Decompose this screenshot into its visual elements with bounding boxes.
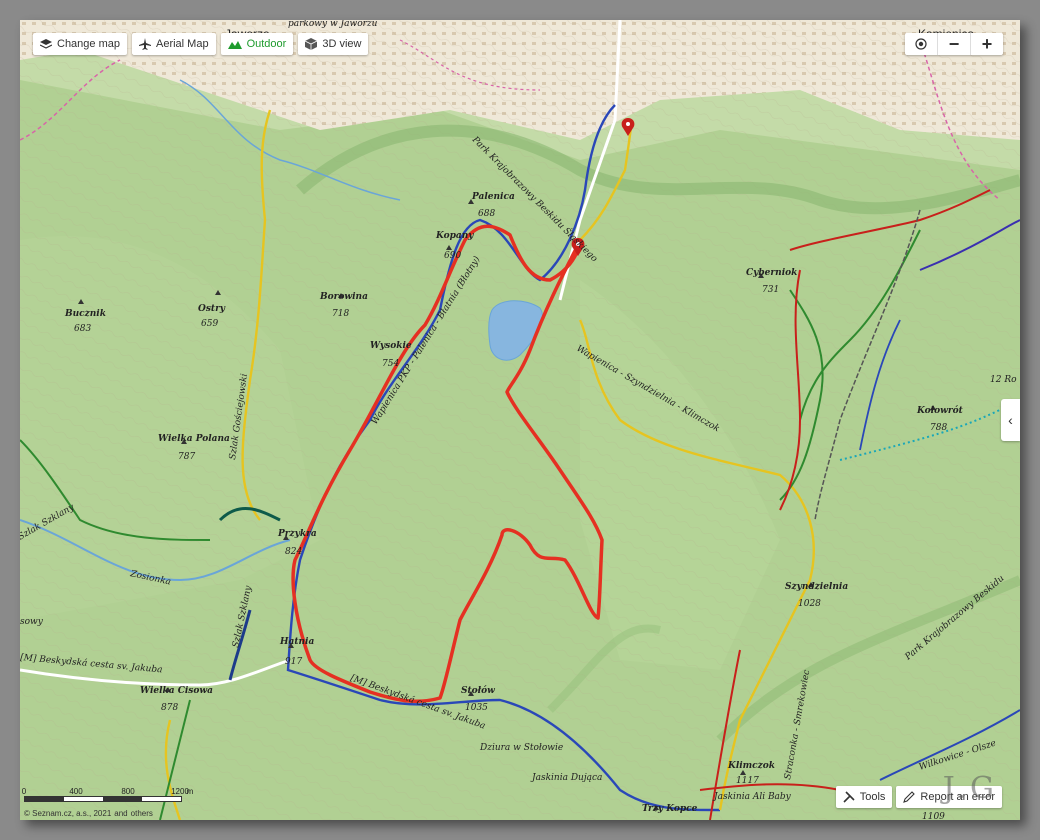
label-trzy-kopce-h: 1109	[922, 812, 945, 820]
label-klimczok-h: 1117	[736, 776, 759, 786]
label-szyndzielnia: Szyndzielnia	[785, 582, 848, 592]
scale-unit: m	[186, 787, 194, 796]
label-cyberniok: Cyberniok	[746, 268, 797, 278]
label-wielka-polana-h: 787	[178, 452, 195, 462]
scale-bar: 0 400 800 1200 m	[21, 787, 194, 802]
bottom-tools: Tools Report an error	[835, 786, 1002, 808]
label-borowina: Borowina	[319, 292, 368, 302]
label-wielka-polana: Wielka Polana	[158, 434, 230, 444]
tools-button[interactable]: Tools	[835, 786, 893, 808]
scale-label-0: 0	[21, 787, 27, 796]
outdoor-button[interactable]: Outdoor	[220, 33, 294, 55]
label-wielka-cisowa: Wielka Cisowa	[140, 686, 213, 696]
map-toolbar: Change map Aerial Map Outdoor 3D view	[33, 33, 369, 55]
aerial-map-label: Aerial Map	[156, 38, 209, 50]
label-hatnia: Hatnia	[279, 637, 314, 647]
mountain-icon	[227, 40, 242, 49]
label-bucznik-h: 683	[74, 324, 91, 334]
label-przykra-h: 824	[285, 547, 302, 557]
zoom-controls: − +	[905, 33, 1003, 55]
label-dziura: Dziura w Stołowie	[479, 743, 563, 753]
label-kolowrot-h: 788	[930, 423, 947, 433]
label-wielka-cisowa-h: 878	[161, 703, 178, 713]
attribution-seznam[interactable]: © Seznam.cz, a.s., 2021	[24, 809, 111, 818]
label-wysokie: Wysokie	[370, 341, 412, 351]
label-stolow: Stołów	[461, 685, 495, 696]
report-error-button[interactable]: Report an error	[896, 786, 1002, 808]
change-map-label: Change map	[57, 38, 120, 50]
label-wysokie-h: 754	[382, 359, 399, 369]
label-borowina-h: 718	[332, 309, 349, 319]
label-bucznik: Bucznik	[64, 309, 106, 319]
zoom-out-button[interactable]: −	[937, 33, 970, 55]
label-palenica: Palenica	[471, 192, 515, 202]
attribution: © Seznam.cz, a.s., 2021 and others	[24, 809, 153, 818]
attribution-and: and	[114, 809, 128, 818]
sidebar-toggle-button[interactable]: ‹	[1001, 399, 1020, 441]
report-error-label: Report an error	[920, 791, 995, 803]
scale-ruler	[24, 796, 182, 802]
scale-label-1: 400	[69, 787, 83, 796]
label-ostry-h: 659	[201, 319, 218, 329]
map-frame[interactable]: Jaworze parkowy w Jaworzu Kamienica Bucz…	[20, 20, 1020, 820]
aerial-map-button[interactable]: Aerial Map	[132, 33, 216, 55]
pencil-icon	[903, 791, 916, 803]
target-icon	[915, 38, 927, 50]
cube-icon	[305, 38, 318, 50]
view-3d-button[interactable]: 3D view	[298, 33, 369, 55]
layers-icon	[40, 39, 52, 49]
label-hatnia-h: 917	[285, 657, 302, 667]
label-trail-sowy: sowy	[20, 617, 44, 627]
label-ostry: Ostry	[198, 304, 226, 314]
label-trzy-kopce: Trzy Kopce	[642, 804, 698, 814]
label-palenica-h: 688	[478, 209, 495, 219]
label-kolowrot: Kołowrót	[916, 405, 964, 416]
outdoor-label: Outdoor	[246, 38, 287, 50]
change-map-button[interactable]: Change map	[33, 33, 127, 55]
label-przykra: Przykra	[277, 529, 317, 539]
airplane-icon	[139, 38, 151, 50]
label-jaworze-park: parkowy w Jaworzu	[288, 20, 378, 29]
label-klimczok: Klimczok	[727, 761, 775, 771]
label-jaskinia-ali: Jaskinia Ali Baby	[712, 792, 792, 802]
label-trail-gen: 12 Ro	[990, 375, 1017, 385]
chevron-left-icon: ‹	[1008, 412, 1013, 428]
scale-label-2: 800	[121, 787, 135, 796]
view-3d-label: 3D view	[322, 38, 362, 50]
label-jaskinia-dujaca: Jaskinia Dująca	[530, 773, 602, 783]
locate-button[interactable]	[905, 33, 937, 55]
tools-label: Tools	[859, 791, 886, 803]
label-kopany-h: 690	[444, 251, 461, 261]
zoom-in-button[interactable]: +	[970, 33, 1003, 55]
outdoor-map[interactable]: Jaworze parkowy w Jaworzu Kamienica Bucz…	[20, 20, 1020, 820]
attribution-others[interactable]: others	[131, 809, 153, 818]
label-stolow-h: 1035	[465, 703, 488, 713]
label-szyndzielnia-h: 1028	[798, 599, 821, 609]
label-kopany: Kopany	[435, 231, 474, 241]
label-cyberniok-h: 731	[762, 285, 779, 295]
wrench-icon	[843, 791, 855, 803]
